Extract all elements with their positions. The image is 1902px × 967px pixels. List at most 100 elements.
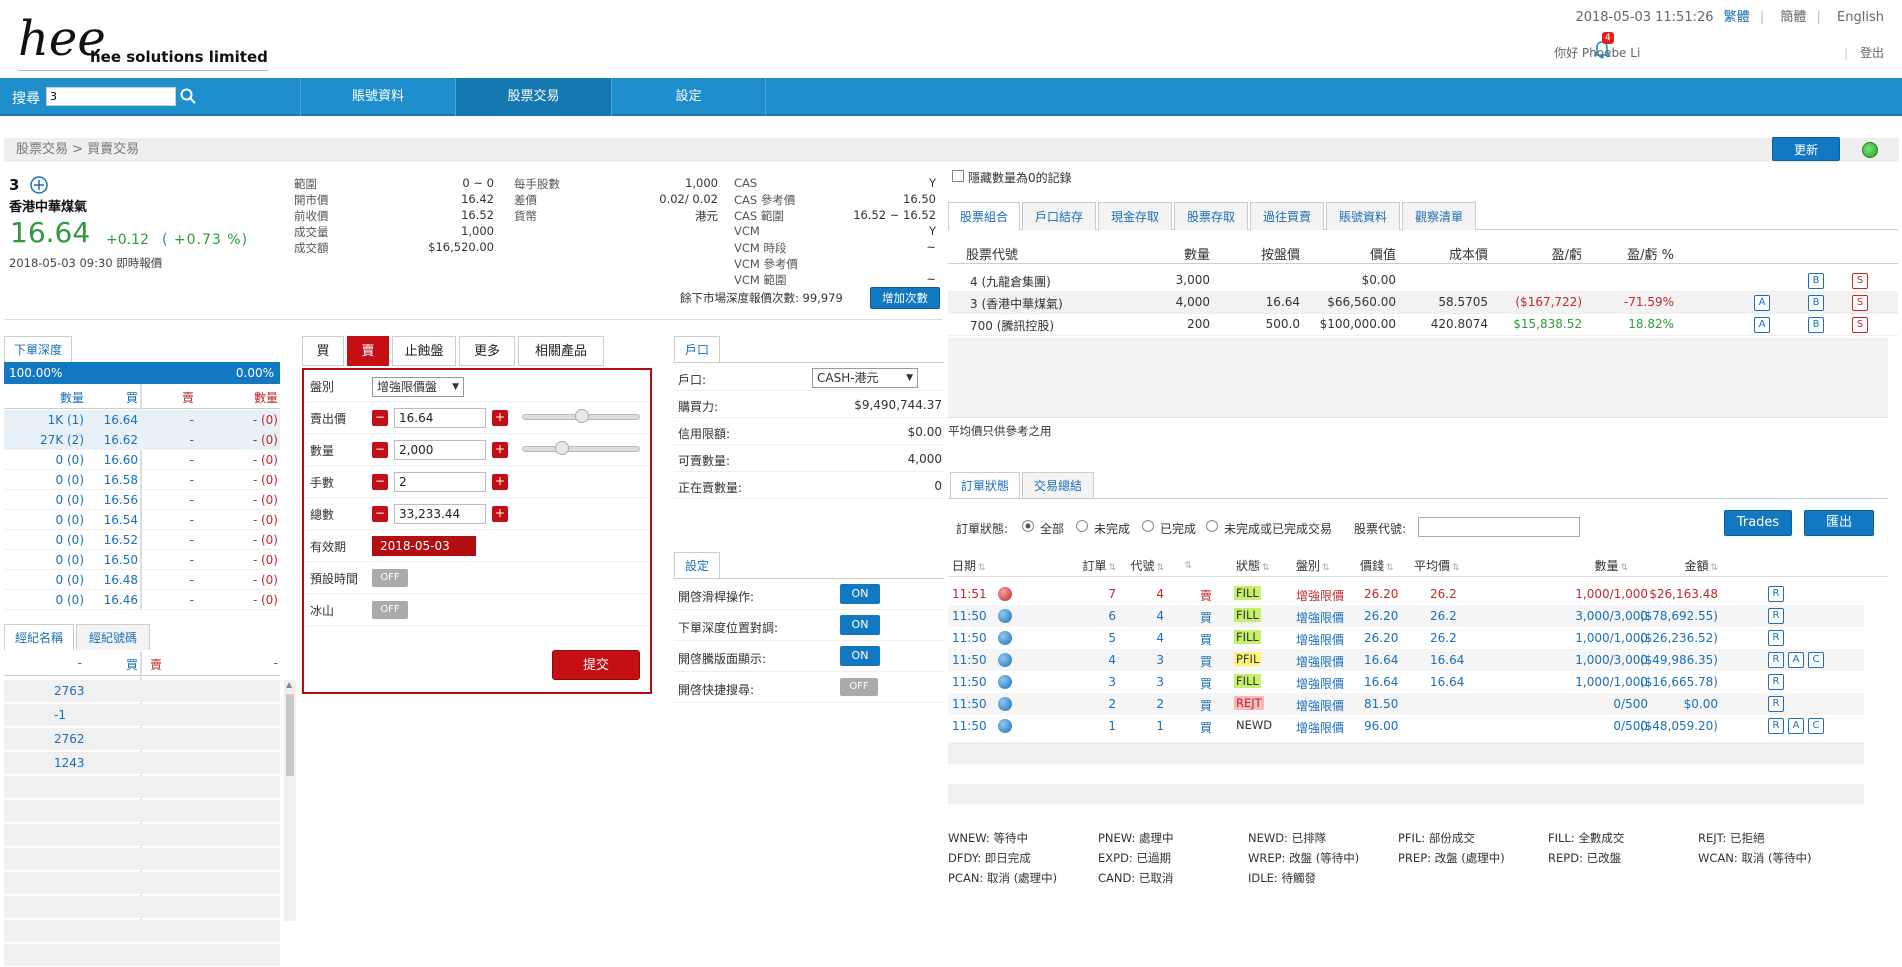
sort-icon[interactable]: ⇅ bbox=[1184, 561, 1192, 571]
order-number[interactable]: 1 bbox=[1076, 719, 1116, 733]
orders-col-header[interactable]: 平均價 ⇅ bbox=[1414, 557, 1460, 574]
total-minus-button[interactable]: − bbox=[372, 506, 388, 522]
expiry-date-input[interactable]: 2018-05-03 bbox=[372, 536, 476, 556]
portfolio-buy-button[interactable]: B bbox=[1808, 317, 1824, 333]
portfolio-add-button[interactable]: A bbox=[1754, 317, 1770, 333]
total-plus-button[interactable]: + bbox=[492, 506, 508, 522]
depth-ask-price[interactable]: - bbox=[144, 493, 194, 507]
radio-all[interactable] bbox=[1022, 520, 1034, 532]
quantity-minus-button[interactable]: − bbox=[372, 442, 388, 458]
broker-scrollbar[interactable]: ▲ bbox=[284, 680, 296, 921]
order-action-button[interactable]: R bbox=[1768, 630, 1784, 646]
depth-bid-price[interactable]: 16.58 bbox=[84, 473, 138, 487]
orders-col-header[interactable]: 盤別 ⇅ bbox=[1296, 557, 1330, 574]
lang-traditional-link[interactable]: 繁體 bbox=[1724, 10, 1750, 25]
submit-button[interactable]: 提交 bbox=[552, 650, 640, 680]
order-action-button[interactable]: R bbox=[1768, 608, 1784, 624]
slider-operation-toggle[interactable]: ON bbox=[840, 584, 880, 604]
total-input[interactable]: 33,233.44 bbox=[394, 504, 486, 524]
depth-bid-price[interactable]: 16.48 bbox=[84, 573, 138, 587]
depth-ask-price[interactable]: - bbox=[144, 513, 194, 527]
account-select[interactable]: CASH-港元 ▼ bbox=[812, 368, 918, 388]
lang-simplified-link[interactable]: 簡體 bbox=[1780, 10, 1806, 25]
layout-display-toggle[interactable]: ON bbox=[840, 646, 880, 666]
depth-bid-price[interactable]: 16.46 bbox=[84, 593, 138, 607]
tab-order-status[interactable]: 訂單狀態 bbox=[950, 472, 1020, 498]
order-action-button[interactable]: C bbox=[1808, 718, 1824, 734]
scroll-up-icon[interactable]: ▲ bbox=[286, 680, 292, 689]
lots-input[interactable]: 2 bbox=[394, 472, 486, 492]
depth-ask-price[interactable]: - bbox=[144, 553, 194, 567]
portfolio-buy-button[interactable]: B bbox=[1808, 273, 1824, 289]
logout-link[interactable]: 登出 bbox=[1860, 46, 1884, 60]
depth-ask-price[interactable]: - bbox=[144, 573, 194, 587]
depth-ask-price[interactable]: - bbox=[144, 433, 194, 447]
tab-related-products[interactable]: 相關產品 bbox=[518, 336, 604, 366]
order-number[interactable]: 5 bbox=[1076, 631, 1116, 645]
broker-id[interactable]: 1243 bbox=[54, 756, 85, 770]
order-number[interactable]: 3 bbox=[1076, 675, 1116, 689]
portfolio-stock[interactable]: 700 (騰訊控股) bbox=[970, 317, 1054, 334]
sort-icon[interactable]: ⇅ bbox=[1108, 563, 1116, 573]
portfolio-tab[interactable]: 賬號資料 bbox=[1326, 202, 1400, 230]
sort-icon[interactable]: ⇅ bbox=[1620, 563, 1628, 573]
portfolio-tab[interactable]: 股票存取 bbox=[1174, 202, 1248, 230]
price-input[interactable]: 16.64 bbox=[394, 408, 486, 428]
order-number[interactable]: 2 bbox=[1076, 697, 1116, 711]
depth-ask-price[interactable]: - bbox=[144, 453, 194, 467]
radio-either[interactable] bbox=[1206, 520, 1218, 532]
lang-english-link[interactable]: English bbox=[1837, 10, 1884, 25]
depth-swap-toggle[interactable]: ON bbox=[840, 615, 880, 635]
sort-icon[interactable]: ⇅ bbox=[1262, 563, 1270, 573]
depth-bid-price[interactable]: 16.64 bbox=[84, 413, 138, 427]
radio-complete[interactable] bbox=[1142, 520, 1154, 532]
price-slider[interactable] bbox=[522, 409, 640, 423]
portfolio-sell-button[interactable]: S bbox=[1852, 317, 1868, 333]
lots-minus-button[interactable]: − bbox=[372, 474, 388, 490]
order-action-button[interactable]: A bbox=[1788, 718, 1804, 734]
portfolio-tab[interactable]: 股票組合 bbox=[948, 202, 1020, 230]
export-button[interactable]: 匯出 bbox=[1804, 510, 1874, 536]
tab-broker-name[interactable]: 經紀名稱 bbox=[4, 624, 74, 650]
orders-col-header[interactable]: 訂單 ⇅ bbox=[1076, 557, 1116, 574]
depth-bid-price[interactable]: 16.50 bbox=[84, 553, 138, 567]
quantity-input[interactable]: 2,000 bbox=[394, 440, 486, 460]
portfolio-buy-button[interactable]: B bbox=[1808, 295, 1824, 311]
sort-icon[interactable]: ⇅ bbox=[1452, 563, 1460, 573]
tab-buy[interactable]: 買 bbox=[302, 336, 344, 366]
orders-col-header[interactable]: 日期 ⇅ bbox=[952, 557, 986, 574]
quantity-slider[interactable] bbox=[522, 441, 640, 455]
tab-trade-summary[interactable]: 交易總結 bbox=[1022, 472, 1094, 498]
portfolio-sell-button[interactable]: S bbox=[1852, 273, 1868, 289]
scrollbar-thumb[interactable] bbox=[286, 694, 294, 776]
order-action-button[interactable]: R bbox=[1768, 586, 1784, 602]
order-action-button[interactable]: R bbox=[1768, 652, 1784, 668]
depth-bid-price[interactable]: 16.62 bbox=[84, 433, 138, 447]
stock-code-filter-input[interactable] bbox=[1418, 517, 1580, 537]
sort-icon[interactable]: ⇅ bbox=[1386, 563, 1394, 573]
add-watch-icon[interactable] bbox=[30, 176, 48, 194]
depth-bid-price[interactable]: 16.60 bbox=[84, 453, 138, 467]
sort-icon[interactable]: ⇅ bbox=[978, 563, 986, 573]
add-count-button[interactable]: 增加次數 bbox=[870, 287, 940, 309]
nav-tab-trading[interactable]: 股票交易 bbox=[456, 78, 612, 116]
broker-id[interactable]: -1 bbox=[54, 708, 66, 722]
portfolio-stock[interactable]: 4 (九龍倉集團) bbox=[970, 273, 1051, 290]
order-action-button[interactable]: A bbox=[1788, 652, 1804, 668]
sort-icon[interactable]: ⇅ bbox=[1156, 563, 1164, 573]
nav-tab-settings[interactable]: 設定 bbox=[612, 78, 766, 116]
depth-bid-price[interactable]: 16.54 bbox=[84, 513, 138, 527]
tab-account[interactable]: 戶口 bbox=[674, 336, 720, 362]
tab-stop-loss[interactable]: 止蝕盤 bbox=[392, 336, 456, 366]
search-input[interactable] bbox=[46, 87, 176, 106]
sort-icon[interactable]: ⇅ bbox=[1710, 563, 1718, 573]
quick-search-toggle[interactable]: OFF bbox=[840, 678, 878, 696]
order-number[interactable]: 7 bbox=[1076, 587, 1116, 601]
depth-ask-price[interactable]: - bbox=[144, 473, 194, 487]
company-logo[interactable]: hee hee solutions limited bbox=[18, 14, 268, 74]
portfolio-tab[interactable]: 觀察清單 bbox=[1402, 202, 1476, 230]
orders-col-header[interactable]: 代號 ⇅ bbox=[1124, 557, 1164, 574]
portfolio-add-button[interactable]: A bbox=[1754, 295, 1770, 311]
portfolio-sell-button[interactable]: S bbox=[1852, 295, 1868, 311]
lots-plus-button[interactable]: + bbox=[492, 474, 508, 490]
